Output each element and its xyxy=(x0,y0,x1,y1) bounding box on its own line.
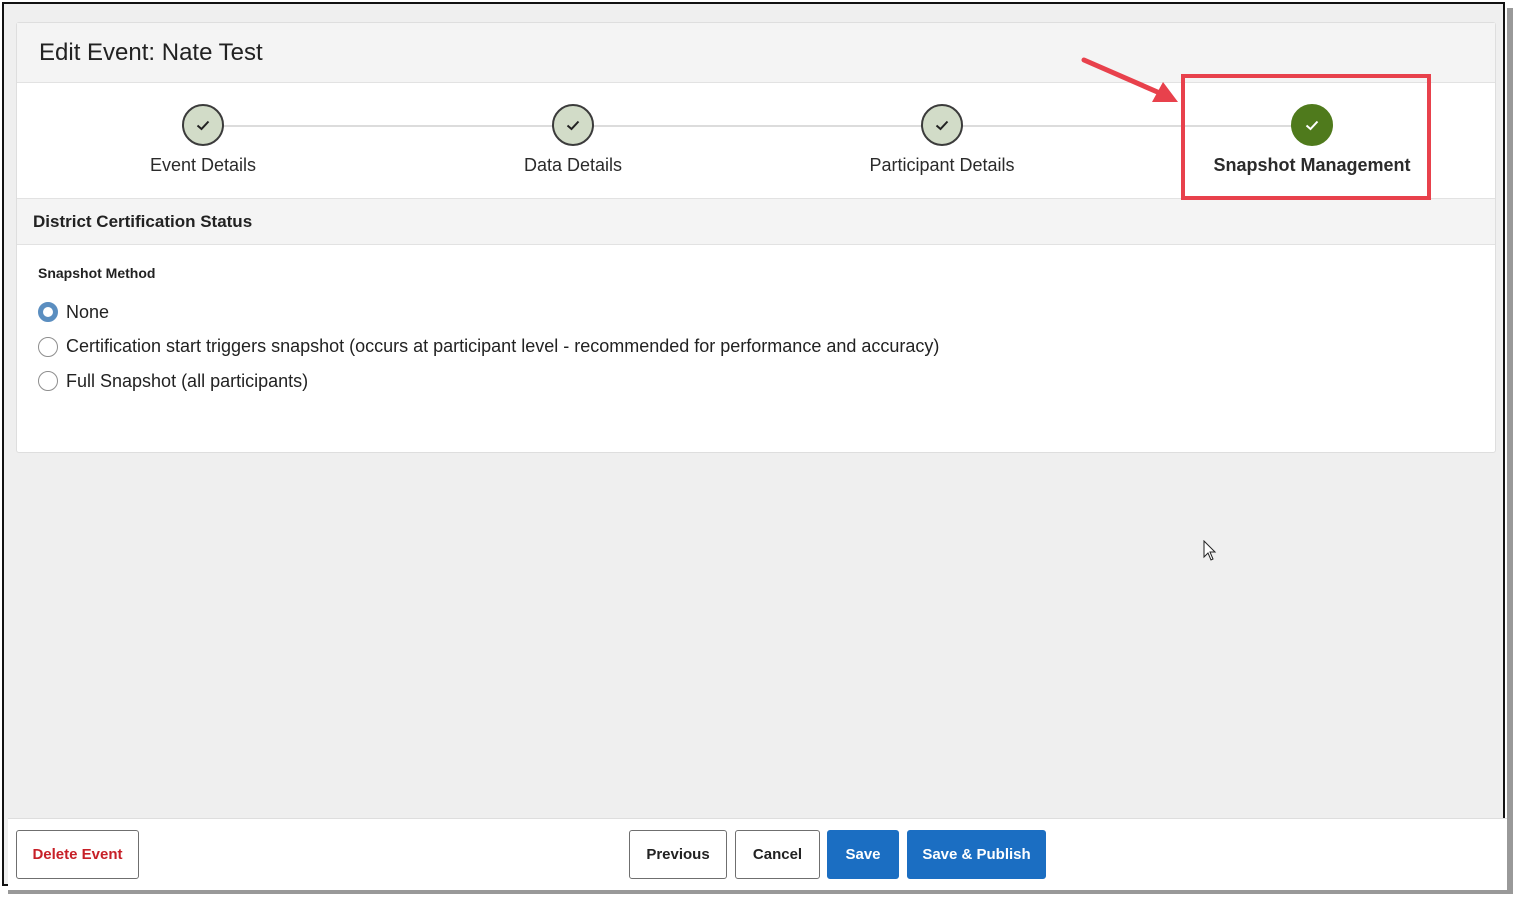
step-complete-indicator xyxy=(552,104,594,146)
section-header: District Certification Status xyxy=(17,199,1495,245)
window-shadow-right xyxy=(1507,8,1513,890)
checkmark-icon xyxy=(566,120,580,131)
section-title: District Certification Status xyxy=(33,211,253,231)
cancel-button[interactable]: Cancel xyxy=(735,830,820,879)
radio-label: None xyxy=(66,301,110,322)
save-button[interactable]: Save xyxy=(827,830,899,879)
field-label: Snapshot Method xyxy=(38,265,156,281)
stepper-connector-line xyxy=(203,125,1312,127)
delete-event-button[interactable]: Delete Event xyxy=(16,830,139,879)
annotation-highlight-box xyxy=(1181,74,1431,200)
page-title: Edit Event: Nate Test xyxy=(39,38,263,66)
step-data-details[interactable]: Data Details xyxy=(423,83,723,176)
mouse-cursor-icon xyxy=(1203,540,1217,561)
step-label: Data Details xyxy=(523,155,623,175)
radio-button[interactable] xyxy=(38,371,58,392)
radio-option-full-snapshot[interactable]: Full Snapshot (all participants) xyxy=(38,364,1495,399)
action-footer: Delete Event Previous Cancel Save Save &… xyxy=(8,818,1507,890)
step-event-details[interactable]: Event Details xyxy=(53,83,353,176)
checkmark-icon xyxy=(196,120,210,131)
radio-label: Full Snapshot (all participants) xyxy=(66,370,309,391)
annotation-arrow-icon xyxy=(1081,57,1178,102)
radio-option-none[interactable]: None xyxy=(38,295,1495,330)
step-label: Participant Details xyxy=(869,155,1015,175)
radio-button-selected[interactable] xyxy=(38,302,58,323)
step-label: Event Details xyxy=(149,155,257,175)
step-participant-details[interactable]: Participant Details xyxy=(792,83,1092,176)
radio-button[interactable] xyxy=(38,336,58,357)
save-and-publish-button[interactable]: Save & Publish xyxy=(907,830,1046,879)
step-complete-indicator xyxy=(182,104,224,146)
snapshot-method-group: Snapshot Method None Certification start… xyxy=(17,245,1495,399)
radio-option-certification-start[interactable]: Certification start triggers snapshot (o… xyxy=(38,330,1495,365)
step-complete-indicator xyxy=(921,104,963,146)
checkmark-icon xyxy=(935,120,949,131)
radio-label: Certification start triggers snapshot (o… xyxy=(66,336,940,357)
previous-button[interactable]: Previous xyxy=(629,830,727,879)
